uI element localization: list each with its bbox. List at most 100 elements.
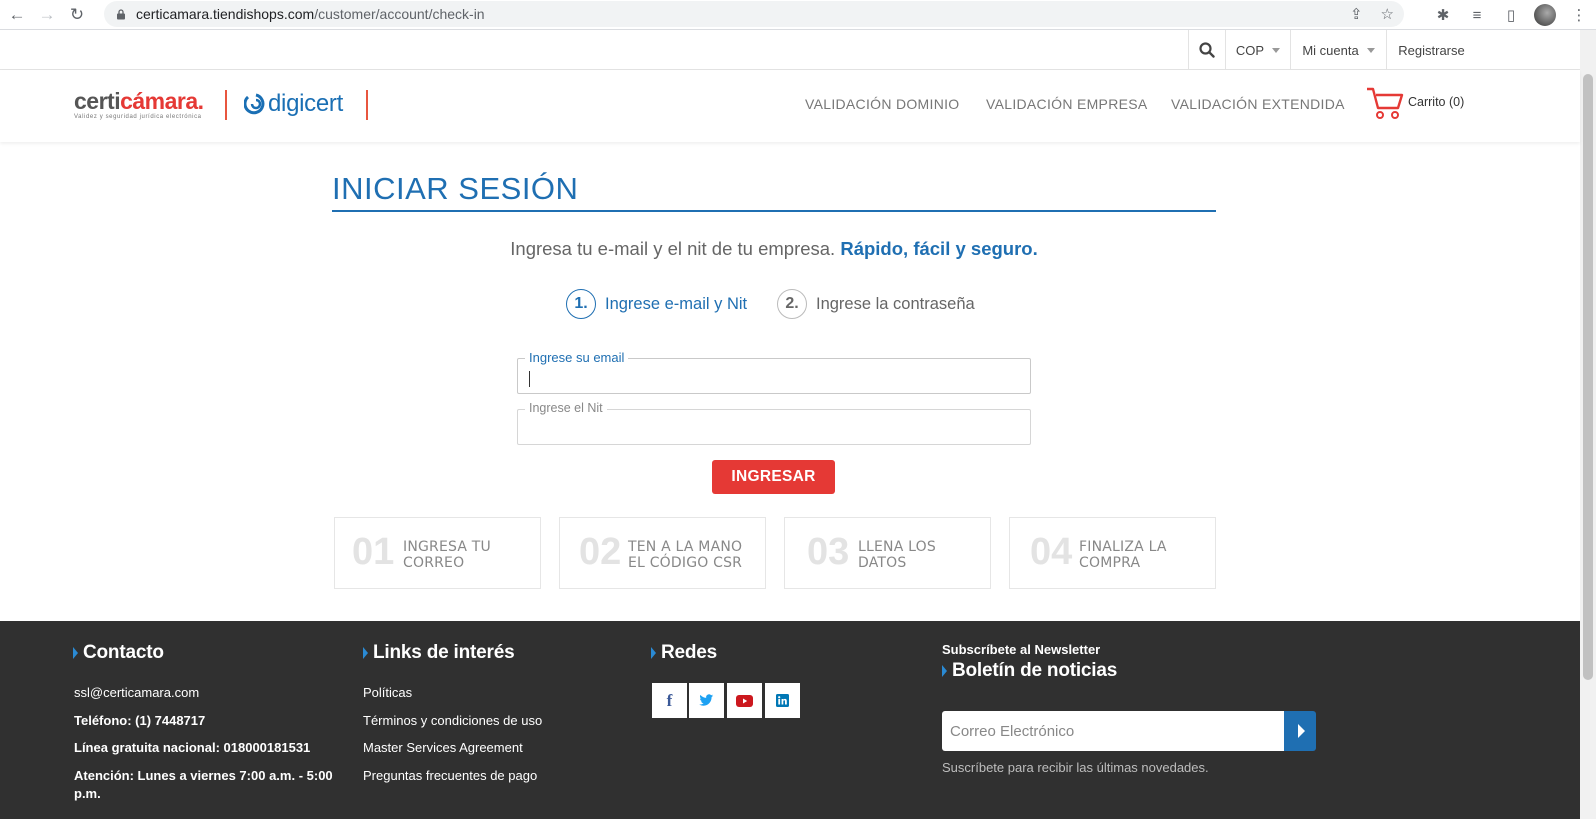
card-number: 02 [579,531,622,573]
account-menu[interactable]: Mi cuenta [1290,30,1386,70]
contact-email-link[interactable]: ssl@certicamara.com [74,685,199,700]
side-panel-icon[interactable]: ▯ [1494,0,1528,30]
register-link[interactable]: Registrarse [1386,30,1476,70]
card-line: TEN A LA MANO [628,539,743,555]
share-icon[interactable]: ⇪ [1350,5,1363,23]
nav-validacion-empresa[interactable]: VALIDACIÓN EMPRESA [986,96,1148,112]
currency-label: COP [1235,42,1265,58]
caret-right-icon [651,647,656,659]
forward-icon[interactable]: → [32,0,62,30]
step-number: 2. [777,289,807,319]
step-label: Ingrese la contraseña [816,294,975,313]
subtitle-plain: Ingresa tu e-mail y el nit de tu empresa… [510,238,836,259]
footer-link-terminos[interactable]: Términos y condiciones de uso [363,713,542,728]
caret-right-icon [73,647,78,659]
footer-heading-social: Redes [651,642,717,664]
step-2: 2. Ingrese la contraseña [777,289,975,319]
newsletter-email-input[interactable]: Correo Electrónico [942,711,1285,751]
logo-certi-suffix: cámara. [120,88,204,114]
lock-icon [117,8,125,19]
process-card: 02 TEN A LA MANO EL CÓDIGO CSR [559,517,766,589]
avatar [1534,4,1556,26]
nit-label: Ingrese el Nit [525,401,607,415]
scrollbar-thumb[interactable] [1583,74,1593,680]
search-button[interactable] [1188,30,1225,70]
heading-text: Boletín de noticias [952,660,1118,681]
profile-avatar-button[interactable] [1528,0,1562,30]
facebook-icon[interactable]: f [652,683,687,718]
certicamara-logo[interactable]: certicámara. Validez y seguridad jurídic… [74,88,204,120]
card-line: EL CÓDIGO CSR [628,555,743,571]
card-text: FINALIZA LA COMPRA [1079,539,1167,571]
browser-toolbar: ← → ↻ certicamara.tiendishops.com/custom… [0,0,1596,30]
menu-kebab-icon[interactable]: ⋮ [1562,0,1596,30]
card-text: LLENA LOS DATOS [858,539,936,571]
account-label: Mi cuenta [1302,42,1359,58]
linkedin-icon[interactable] [765,683,800,718]
footer-link-faq-pago[interactable]: Preguntas frecuentes de pago [363,768,537,783]
card-line: CORREO [403,555,465,571]
logo-certi-prefix: certi [74,88,121,114]
logo-digicert-text: digicert [268,90,343,117]
process-card: 04 FINALIZA LA COMPRA [1009,517,1216,589]
nav-validacion-dominio[interactable]: VALIDACIÓN DOMINIO [805,96,960,112]
cart-link[interactable]: Carrito (0) [1366,86,1464,122]
footer-heading-contact: Contacto [73,642,164,664]
footer-link-msa[interactable]: Master Services Agreement [363,740,523,755]
site-footer: Contacto ssl@certicamara.com Teléfono: (… [0,621,1580,819]
address-bar[interactable]: certicamara.tiendishops.com/customer/acc… [104,1,1404,27]
digicert-logo[interactable]: digicert [244,90,343,118]
reload-icon[interactable]: ↻ [62,0,92,30]
footer-heading-newsletter: Boletín de noticias [942,660,1117,682]
chevron-down-icon [1366,47,1375,53]
contact-phone: Teléfono: (1) 7448717 [74,713,206,728]
site-header: certicámara. Validez y seguridad jurídic… [0,70,1580,142]
card-text: INGRESA TU CORREO [403,539,491,571]
caret-right-icon [363,647,368,659]
logo-divider [225,90,227,120]
process-card: 01 INGRESA TU CORREO [334,517,541,589]
ingresar-button[interactable]: INGRESAR [712,460,835,494]
contact-hours: Atención: Lunes a viernes 7:00 a.m. - 5:… [74,768,333,783]
newsletter-submit-button[interactable] [1284,711,1316,751]
page-scrollbar[interactable] [1580,30,1596,819]
card-line: INGRESA TU [403,539,491,555]
back-icon[interactable]: ← [2,0,32,30]
register-label: Registrarse [1398,42,1465,58]
newsletter-help: Suscríbete para recibir las últimas nove… [942,760,1209,775]
login-subtitle: Ingresa tu e-mail y el nit de tu empresa… [0,238,1548,260]
utility-bar: COP Mi cuenta Registrarse [0,30,1580,70]
youtube-icon[interactable] [727,683,762,718]
currency-select[interactable]: COP [1225,30,1290,70]
chevron-down-icon [1272,47,1281,53]
caret-right-icon [942,665,947,677]
newsletter-placeholder: Correo Electrónico [950,722,1075,740]
contact-toll-free: Línea gratuita nacional: 018000181531 [74,740,311,755]
twitter-icon[interactable] [689,683,724,718]
footer-link-politicas[interactable]: Políticas [363,685,412,700]
search-icon [1199,42,1215,58]
logo-divider [366,90,368,120]
card-line: DATOS [858,555,907,571]
extensions-icon[interactable]: ✱ [1426,0,1460,30]
logo-tagline: Validez y seguridad jurídica electrónica [74,114,202,120]
nit-input[interactable] [518,410,1030,444]
step-1: 1. Ingrese e-mail y Nit [566,289,747,319]
url-host: certicamara.tiendishops.com [136,6,315,22]
heading-text: Contacto [83,642,164,663]
media-queue-icon[interactable]: ≡ [1460,0,1494,30]
contact-hours-cont: p.m. [74,786,101,801]
shopping-cart-icon [1367,87,1404,119]
card-line: FINALIZA LA [1079,539,1167,555]
bookmark-star-icon[interactable]: ☆ [1381,5,1394,23]
newsletter-kicker: Subscríbete al Newsletter [942,642,1101,657]
title-divider [332,210,1216,212]
nav-validacion-extendida[interactable]: VALIDACIÓN EXTENDIDA [1171,96,1345,112]
email-label: Ingrese su email [525,350,629,365]
heading-text: Redes [661,642,718,663]
page-title: INICIAR SESIÓN [332,171,579,206]
card-line: COMPRA [1079,555,1141,571]
card-line: LLENA LOS [858,539,936,555]
subtitle-strong: Rápido, fácil y seguro. [840,238,1038,259]
cart-label: Carrito (0) [1408,95,1465,109]
